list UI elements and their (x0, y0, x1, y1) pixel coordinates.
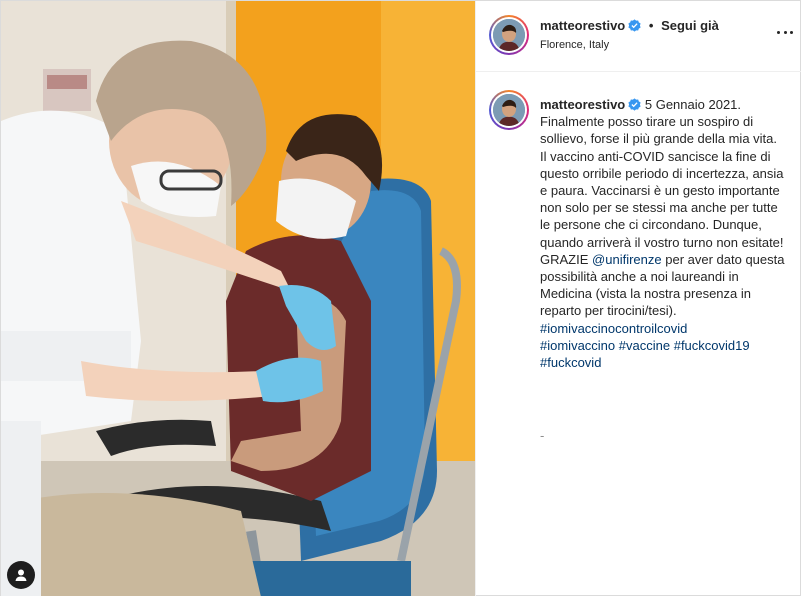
post-sidebar: matteorestivo • Segui già Florence, Ital… (475, 1, 801, 596)
caption-trailing-dash: - (540, 428, 545, 443)
hashtag-link[interactable]: #iomivaccinocontroilcovid (540, 321, 687, 336)
caption-date: 5 Gennaio 2021. (644, 97, 742, 112)
post-photo[interactable] (1, 1, 475, 596)
user-tag-icon[interactable] (7, 561, 35, 589)
caption-avatar[interactable] (489, 90, 529, 130)
avatar[interactable] (489, 15, 529, 55)
location-link[interactable]: Florence, Italy (540, 39, 609, 51)
username-link[interactable]: matteorestivo (540, 18, 625, 33)
caption-line-1: Finalmente posso tirare un sospiro di so… (540, 114, 778, 147)
caption-text: matteorestivo 5 Gennaio 2021. Finalmente… (540, 96, 790, 371)
verified-badge-icon (628, 19, 641, 32)
post-header: matteorestivo • Segui già Florence, Ital… (476, 1, 801, 72)
caption-section: matteorestivo 5 Gennaio 2021. Finalmente… (476, 72, 801, 596)
caption-grazie: GRAZIE (540, 251, 589, 267)
hashtag-link[interactable]: #fuckcovid19 (674, 338, 750, 353)
follow-separator: • (648, 18, 654, 33)
hashtag-link[interactable]: #fuckcovid (540, 355, 601, 370)
instagram-post-modal: matteorestivo • Segui già Florence, Ital… (0, 0, 801, 596)
hashtag-link[interactable]: #vaccine (619, 338, 670, 353)
caption-line-2: Il vaccino anti-COVID sancisce la fine d… (540, 148, 784, 250)
hashtag-link[interactable]: #iomivaccino (540, 338, 615, 353)
caption-username-link[interactable]: matteorestivo (540, 97, 625, 112)
more-options-icon[interactable] (777, 29, 793, 35)
vaccination-photo (1, 1, 475, 596)
mention-link[interactable]: @unifirenze (592, 252, 662, 267)
verified-badge-icon (628, 98, 641, 111)
following-button[interactable]: Segui già (661, 18, 719, 33)
